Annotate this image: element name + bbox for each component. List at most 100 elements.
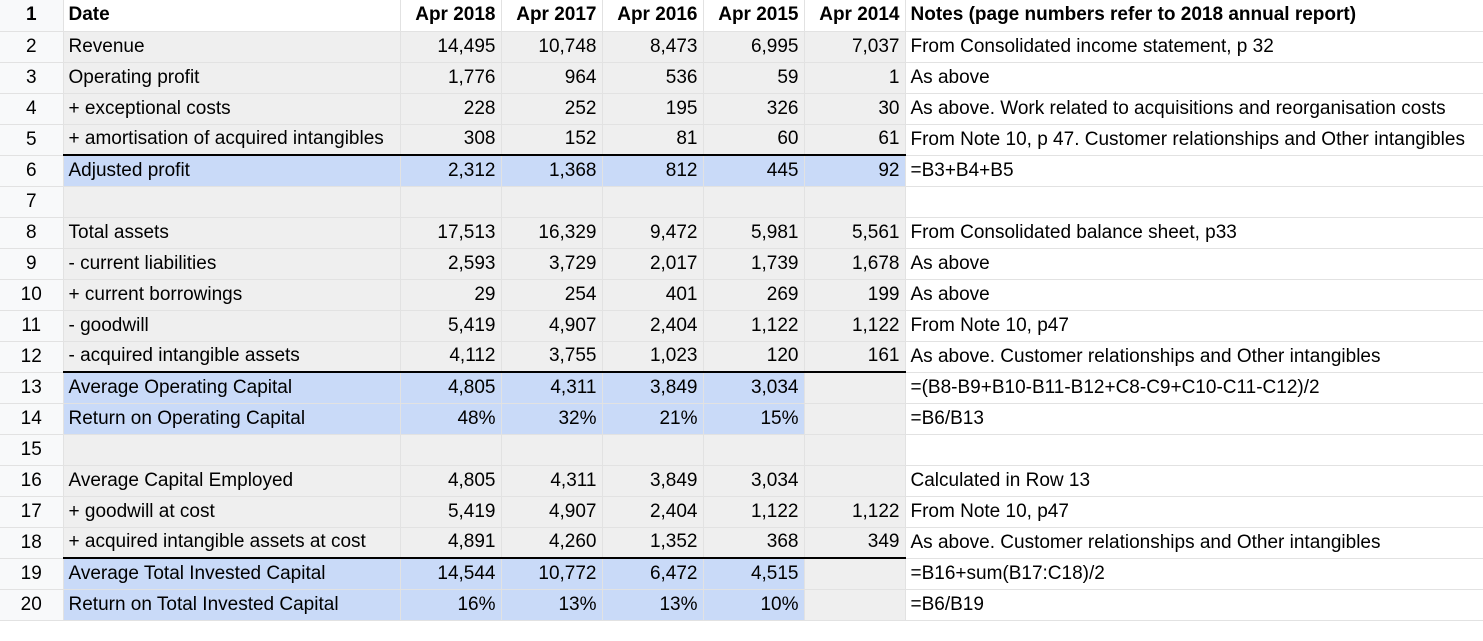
row-number[interactable]: 1 (0, 0, 64, 32)
cell-label[interactable]: - goodwill (63, 310, 401, 342)
row-number[interactable]: 13 (0, 372, 64, 404)
row-number[interactable]: 5 (0, 124, 64, 156)
row-number[interactable]: 18 (0, 527, 64, 559)
cell-note[interactable]: From Note 10, p47 (905, 496, 1483, 528)
row-number[interactable]: 10 (0, 279, 64, 311)
cell-value[interactable]: 5,981 (703, 217, 805, 249)
cell-value[interactable] (501, 186, 603, 218)
row-number[interactable]: 9 (0, 248, 64, 280)
cell-value[interactable] (400, 434, 502, 466)
cell-value[interactable]: 29 (400, 279, 502, 311)
cell-label[interactable] (63, 186, 401, 218)
cell-value[interactable]: 161 (804, 341, 906, 373)
cell-value[interactable]: 4,515 (703, 557, 805, 590)
cell-year-header[interactable]: Apr 2017 (501, 0, 603, 32)
cell-value[interactable]: 14,544 (400, 557, 502, 590)
cell-value[interactable]: 3,849 (602, 465, 704, 497)
cell-value[interactable]: 15% (703, 403, 805, 435)
cell-value[interactable]: 30 (804, 93, 906, 125)
row-number[interactable]: 7 (0, 186, 64, 218)
row-number[interactable]: 6 (0, 155, 64, 187)
cell-label[interactable]: + goodwill at cost (63, 496, 401, 528)
cell-value[interactable]: 3,755 (501, 341, 603, 373)
cell-value[interactable]: 6,995 (703, 31, 805, 63)
cell-value[interactable] (501, 434, 603, 466)
row-number[interactable]: 19 (0, 558, 64, 590)
row-number[interactable]: 15 (0, 434, 64, 466)
cell-value[interactable]: 13% (602, 589, 704, 621)
cell-value[interactable]: 4,805 (400, 371, 502, 404)
cell-note[interactable]: =B6/B13 (905, 403, 1483, 435)
cell-value[interactable]: 4,311 (501, 465, 603, 497)
cell-label[interactable]: Adjusted profit (63, 154, 401, 187)
cell-note[interactable] (905, 186, 1483, 218)
cell-value[interactable]: 964 (501, 62, 603, 94)
cell-value[interactable]: 1,122 (804, 496, 906, 528)
cell-year-header[interactable]: Apr 2018 (400, 0, 502, 32)
cell-value[interactable]: 1,678 (804, 248, 906, 280)
cell-value[interactable]: 2,404 (602, 310, 704, 342)
cell-value[interactable] (400, 186, 502, 218)
cell-note[interactable]: =B6/B19 (905, 589, 1483, 621)
cell-value[interactable] (804, 589, 906, 621)
cell-value[interactable]: 16% (400, 589, 502, 621)
cell-note[interactable]: =(B8-B9+B10-B11-B12+C8-C9+C10-C11-C12)/2 (905, 372, 1483, 404)
cell-year-header[interactable]: Apr 2014 (804, 0, 906, 32)
cell-value[interactable]: 120 (703, 341, 805, 373)
cell-value[interactable]: 6,472 (602, 557, 704, 590)
cell-value[interactable]: 308 (400, 124, 502, 156)
cell-year-header[interactable]: Apr 2016 (602, 0, 704, 32)
cell-label[interactable]: Average Capital Employed (63, 465, 401, 497)
row-number[interactable]: 3 (0, 62, 64, 94)
cell-value[interactable]: 2,312 (400, 154, 502, 187)
row-number[interactable]: 12 (0, 341, 64, 373)
row-number[interactable]: 14 (0, 403, 64, 435)
cell-note[interactable]: =B16+sum(B17:C18)/2 (905, 558, 1483, 590)
cell-value[interactable]: 445 (703, 154, 805, 187)
cell-value[interactable]: 9,472 (602, 217, 704, 249)
cell-value[interactable]: 17,513 (400, 217, 502, 249)
row-number[interactable]: 11 (0, 310, 64, 342)
cell-value[interactable]: 1 (804, 62, 906, 94)
cell-note[interactable]: Calculated in Row 13 (905, 465, 1483, 497)
cell-note[interactable]: As above (905, 62, 1483, 94)
cell-value[interactable]: 5,561 (804, 217, 906, 249)
cell-label[interactable]: + exceptional costs (63, 93, 401, 125)
cell-value[interactable]: 195 (602, 93, 704, 125)
cell-value[interactable]: 3,729 (501, 248, 603, 280)
cell-label[interactable]: - acquired intangible assets (63, 341, 401, 373)
cell-value[interactable]: 1,776 (400, 62, 502, 94)
cell-label[interactable]: Return on Operating Capital (63, 403, 401, 435)
cell-value[interactable]: 4,907 (501, 496, 603, 528)
cell-value[interactable]: 1,352 (602, 527, 704, 559)
cell-value[interactable]: 2,404 (602, 496, 704, 528)
cell-label[interactable]: Return on Total Invested Capital (63, 589, 401, 621)
cell-label[interactable]: Average Operating Capital (63, 371, 401, 404)
row-number[interactable]: 4 (0, 93, 64, 125)
cell-value[interactable]: 5,419 (400, 496, 502, 528)
cell-value[interactable]: 8,473 (602, 31, 704, 63)
cell-value[interactable]: 536 (602, 62, 704, 94)
cell-value[interactable] (602, 186, 704, 218)
cell-value[interactable]: 10,772 (501, 557, 603, 590)
cell-label[interactable] (63, 434, 401, 466)
cell-value[interactable]: 4,891 (400, 527, 502, 559)
cell-value[interactable]: 3,034 (703, 465, 805, 497)
cell-value[interactable]: 81 (602, 124, 704, 156)
cell-note[interactable]: As above (905, 279, 1483, 311)
cell-value[interactable]: 368 (703, 527, 805, 559)
cell-value[interactable]: 7,037 (804, 31, 906, 63)
cell-value[interactable]: 3,849 (602, 371, 704, 404)
cell-value[interactable]: 3,034 (703, 371, 805, 404)
cell-value[interactable] (804, 186, 906, 218)
cell-notes-header[interactable]: Notes (page numbers refer to 2018 annual… (905, 0, 1483, 32)
cell-label[interactable]: + current borrowings (63, 279, 401, 311)
row-number[interactable]: 2 (0, 31, 64, 63)
cell-value[interactable] (804, 465, 906, 497)
cell-date-header[interactable]: Date (63, 0, 401, 32)
cell-value[interactable] (703, 434, 805, 466)
cell-value[interactable]: 152 (501, 124, 603, 156)
cell-value[interactable]: 2,017 (602, 248, 704, 280)
cell-label[interactable]: Operating profit (63, 62, 401, 94)
cell-value[interactable]: 10,748 (501, 31, 603, 63)
